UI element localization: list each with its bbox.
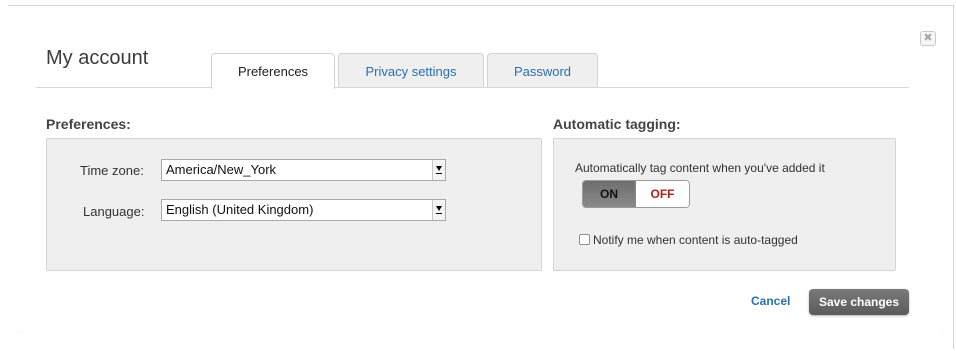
preferences-heading: Preferences:: [46, 116, 131, 132]
tagging-description: Automatically tag content when you've ad…: [575, 161, 825, 175]
save-button[interactable]: Save changes: [809, 289, 909, 315]
dropdown-arrow-icon: [432, 200, 445, 220]
toggle-off-option[interactable]: OFF: [636, 181, 689, 207]
close-icon: ✖: [923, 32, 933, 44]
timezone-select[interactable]: America/New_York: [161, 159, 446, 181]
tabs-divider: [36, 87, 909, 88]
language-value: English (United Kingdom): [166, 202, 314, 217]
timezone-value: America/New_York: [166, 162, 277, 177]
tab-privacy-settings[interactable]: Privacy settings: [338, 53, 484, 88]
language-select[interactable]: English (United Kingdom): [161, 199, 446, 221]
notify-label: Notify me when content is auto-tagged: [593, 233, 798, 247]
close-button[interactable]: ✖: [920, 31, 936, 46]
cancel-button[interactable]: Cancel: [751, 294, 790, 308]
page-title: My account: [46, 47, 149, 69]
language-label: Language:: [83, 204, 145, 219]
tab-preferences[interactable]: Preferences: [211, 53, 335, 89]
tagging-heading: Automatic tagging:: [553, 116, 681, 132]
notify-checkbox[interactable]: [579, 234, 590, 245]
auto-tag-toggle[interactable]: ON OFF: [582, 180, 690, 208]
dropdown-arrow-icon: [432, 160, 445, 180]
dialog-corner-mark: .: [21, 328, 23, 334]
timezone-label: Time zone:: [80, 163, 144, 178]
toggle-on-option[interactable]: ON: [583, 181, 636, 207]
dialog-corner-mark: .: [943, 328, 945, 334]
tab-password[interactable]: Password: [487, 53, 598, 88]
